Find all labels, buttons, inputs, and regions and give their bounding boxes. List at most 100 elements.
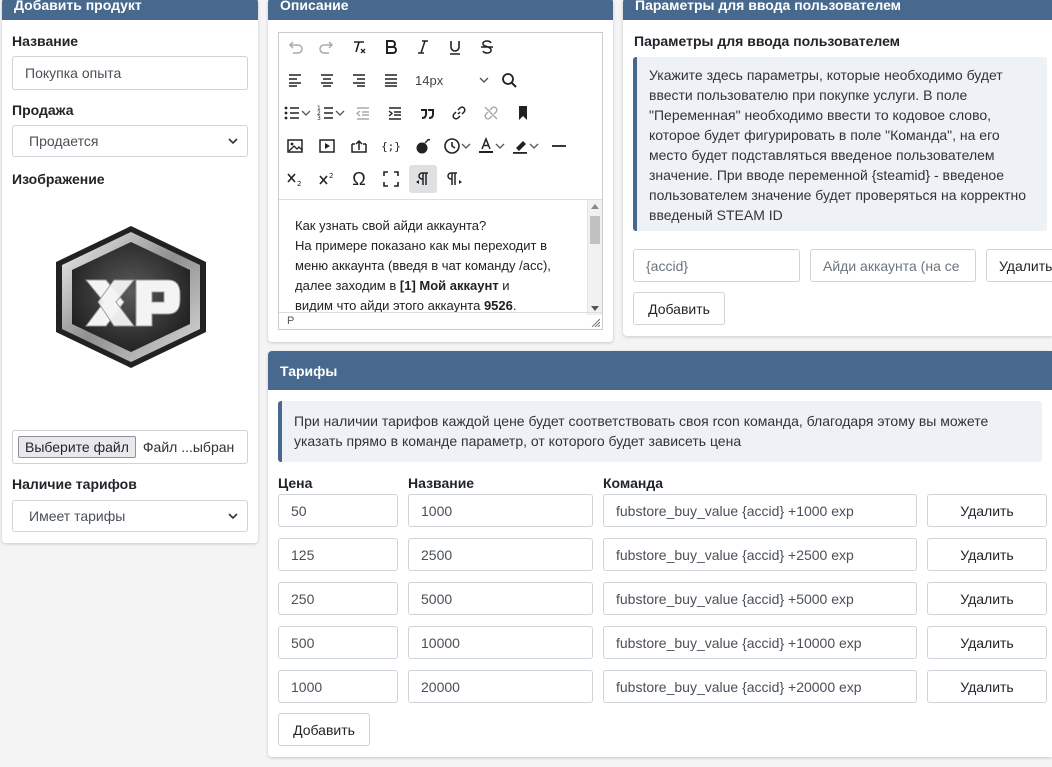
clear-format-icon[interactable]	[345, 33, 373, 61]
tariffs-availability-select[interactable]: Имеет тарифы	[12, 500, 248, 532]
tariffs-availability-value: Имеет тарифы	[29, 508, 126, 524]
image-icon[interactable]	[281, 132, 309, 160]
numbered-list-icon[interactable]: 123	[315, 99, 337, 127]
media-icon[interactable]	[313, 132, 341, 160]
add-product-header: Добавить продукт	[2, 0, 258, 20]
delete-tariff-button[interactable]: Удалить	[927, 494, 1047, 527]
param-name-input[interactable]: Айди аккаунта (на се	[810, 249, 976, 282]
tariff-command-input[interactable]: fubstore_buy_value {accid} +1000 exp	[603, 494, 917, 527]
align-left-icon[interactable]	[281, 66, 309, 94]
code-icon[interactable]: {;}	[377, 132, 405, 160]
product-name-input[interactable]: Покупка опыта	[12, 56, 248, 90]
chevron-down-icon	[228, 513, 238, 520]
resize-handle-icon[interactable]	[590, 317, 600, 327]
chevron-down-icon[interactable]	[335, 108, 345, 118]
description-header: Описание	[268, 0, 613, 20]
content-line-1: Как узнать свой айди аккаунта?	[295, 218, 487, 233]
link-icon[interactable]	[445, 99, 473, 127]
tariff-name-input[interactable]: 1000	[408, 494, 593, 527]
chevron-down-icon	[228, 138, 238, 145]
product-image-xp-logo	[56, 226, 206, 368]
editor-statusbar: P	[279, 312, 602, 329]
user-params-subtitle: Параметры для ввода пользователем	[634, 33, 901, 49]
file-input[interactable]: Выберите файл Файл ...ыбран	[12, 430, 248, 464]
chevron-down-icon[interactable]	[495, 141, 505, 151]
tariff-name-input[interactable]: 5000	[408, 582, 593, 615]
search-icon[interactable]	[495, 66, 523, 94]
indent-icon[interactable]	[381, 99, 409, 127]
clock-icon[interactable]	[441, 132, 463, 160]
show-blocks-ltr-icon[interactable]	[409, 165, 437, 193]
tariffs-availability-label: Наличие тарифов	[12, 476, 137, 492]
tariff-command-input[interactable]: fubstore_buy_value {accid} +10000 exp	[603, 626, 917, 659]
delete-tariff-button[interactable]: Удалить	[927, 538, 1047, 571]
editor-scrollbar[interactable]	[587, 200, 602, 315]
show-blocks-rtl-icon[interactable]	[441, 165, 469, 193]
tariff-price-input[interactable]: 500	[278, 626, 398, 659]
unlink-icon[interactable]	[477, 99, 505, 127]
text-color-icon[interactable]	[475, 132, 497, 160]
tariff-price-input[interactable]: 125	[278, 538, 398, 571]
align-right-icon[interactable]	[345, 66, 373, 94]
user-params-title: Параметры для ввода пользователем	[635, 0, 902, 13]
chevron-down-icon[interactable]	[529, 141, 539, 151]
delete-tariff-button[interactable]: Удалить	[927, 670, 1047, 703]
scroll-up-icon[interactable]	[591, 203, 599, 209]
tariff-name-input[interactable]: 10000	[408, 626, 593, 659]
description-card: Описание 14px 1 2 3 {;} 2 2 Ω Как узнать…	[268, 0, 613, 342]
sale-select-value: Продается	[29, 133, 99, 149]
font-size-select[interactable]: 14px	[415, 66, 495, 94]
user-params-card: Параметры для ввода пользователем Параме…	[623, 0, 1052, 336]
bold-icon[interactable]	[377, 33, 405, 61]
fullscreen-icon[interactable]	[377, 165, 405, 193]
tariff-price-input[interactable]: 1000	[278, 670, 398, 703]
content-line-3: меню аккаунта (введя в чат команду /acc)…	[295, 258, 551, 273]
tariff-command-input[interactable]: fubstore_buy_value {accid} +5000 exp	[603, 582, 917, 615]
outdent-icon[interactable]	[349, 99, 377, 127]
bomb-icon[interactable]	[409, 132, 437, 160]
name-column-header: Название	[408, 475, 475, 491]
align-center-icon[interactable]	[313, 66, 341, 94]
undo-icon[interactable]	[281, 33, 309, 61]
bullet-list-icon[interactable]	[281, 99, 303, 127]
align-justify-icon[interactable]	[377, 66, 405, 94]
special-char-icon[interactable]: Ω	[345, 165, 373, 193]
upload-icon[interactable]	[345, 132, 373, 160]
sale-label: Продажа	[12, 102, 74, 118]
add-product-title: Добавить продукт	[14, 0, 142, 13]
bookmark-icon[interactable]	[509, 99, 537, 127]
editor-content[interactable]: Как узнать свой айди аккаунта? На пример…	[279, 199, 602, 315]
chevron-down-icon[interactable]	[461, 141, 471, 151]
subscript-icon[interactable]: 2	[281, 165, 309, 193]
italic-icon[interactable]	[409, 33, 437, 61]
highlight-icon[interactable]	[509, 132, 531, 160]
tariff-price-input[interactable]: 50	[278, 494, 398, 527]
price-column-header: Цена	[278, 475, 313, 491]
chevron-down-icon[interactable]	[301, 108, 311, 118]
tariff-command-input[interactable]: fubstore_buy_value {accid} +2500 exp	[603, 538, 917, 571]
delete-tariff-button[interactable]: Удалить	[927, 582, 1047, 615]
sale-select[interactable]: Продается	[12, 125, 248, 157]
add-tariff-button[interactable]: Добавить	[278, 713, 370, 746]
add-product-card: Добавить продукт Название Покупка опыта …	[2, 0, 258, 543]
add-param-button[interactable]: Добавить	[633, 292, 725, 325]
delete-param-button[interactable]: Удалить	[986, 249, 1052, 282]
redo-icon[interactable]	[313, 33, 341, 61]
blockquote-icon[interactable]	[413, 99, 441, 127]
tariff-command-input[interactable]: fubstore_buy_value {accid} +20000 exp	[603, 670, 917, 703]
delete-tariff-button[interactable]: Удалить	[927, 626, 1047, 659]
tariff-name-input[interactable]: 20000	[408, 670, 593, 703]
element-path: P	[287, 315, 295, 327]
choose-file-button[interactable]: Выберите файл	[18, 436, 136, 458]
horizontal-rule-icon[interactable]	[545, 132, 573, 160]
scroll-thumb[interactable]	[590, 216, 600, 244]
chevron-down-icon	[479, 77, 489, 83]
variable-input[interactable]: {accid}	[633, 249, 800, 282]
superscript-icon[interactable]: 2	[313, 165, 341, 193]
tariff-name-input[interactable]: 2500	[408, 538, 593, 571]
description-title: Описание	[280, 0, 349, 13]
tariff-price-input[interactable]: 250	[278, 582, 398, 615]
underline-icon[interactable]	[441, 33, 469, 61]
strikethrough-icon[interactable]	[473, 33, 501, 61]
name-label: Название	[12, 33, 79, 49]
